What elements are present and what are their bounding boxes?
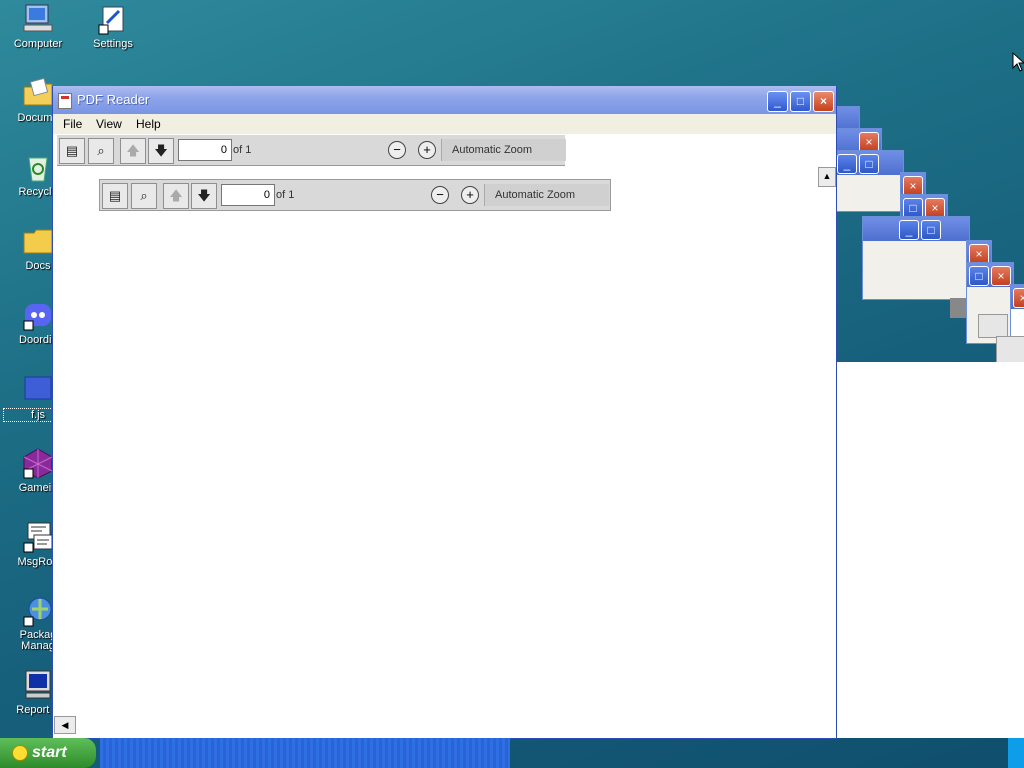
scroll-left-button[interactable]: ◀	[54, 716, 76, 734]
message-icon	[22, 521, 54, 553]
ghost-window-fragment: _ □	[862, 216, 970, 300]
zoom-out-button[interactable]: −	[388, 141, 406, 159]
menu-bar: File View Help	[53, 114, 836, 134]
taskbar-window-list[interactable]	[100, 738, 510, 768]
page-number-input[interactable]: 0	[221, 184, 275, 206]
minimize-button[interactable]: _	[767, 91, 788, 112]
toggle-sidebar-button[interactable]: ▤	[59, 138, 85, 164]
smiley-icon	[12, 745, 28, 761]
taskbar: start	[0, 738, 1024, 768]
zoom-select[interactable]: Automatic Zoom	[441, 139, 566, 161]
computer-icon	[22, 3, 54, 35]
discord-icon	[22, 299, 54, 331]
page-count-label: of 1	[276, 189, 295, 201]
toggle-sidebar-button[interactable]: ▤	[102, 183, 128, 209]
package-icon	[22, 595, 54, 627]
game-icon	[22, 447, 54, 479]
ghost-tool-icon	[978, 314, 1008, 338]
previous-page-button[interactable]: 🡅	[163, 183, 189, 209]
zoom-in-button[interactable]: +	[461, 186, 479, 204]
desktop-icon-label: Computer	[13, 38, 63, 50]
pdf-app-icon	[58, 93, 72, 109]
monitor-icon	[22, 669, 54, 701]
mouse-cursor-icon	[1012, 52, 1024, 72]
zoom-select[interactable]: Automatic Zoom	[484, 184, 609, 206]
system-tray[interactable]	[1008, 738, 1024, 768]
start-label: start	[32, 744, 67, 761]
desktop-icon-label: Settings	[93, 38, 133, 50]
page-number-input[interactable]: 0	[178, 139, 232, 161]
ghost-window-fragment: _ □	[836, 150, 904, 212]
window-title: PDF Reader	[77, 92, 150, 107]
ghost-scroll-thumb	[950, 298, 966, 318]
scroll-up-button[interactable]: ▲	[818, 167, 836, 187]
folder-icon	[22, 77, 54, 109]
pdf-toolbar: ▤ ⌕ 🡅 🡇 0 of 1 − + Automatic Zoom	[57, 135, 566, 166]
menu-file[interactable]: File	[63, 117, 82, 131]
previous-page-button[interactable]: 🡅	[120, 138, 146, 164]
close-button[interactable]: ×	[813, 91, 834, 112]
find-button[interactable]: ⌕	[131, 183, 157, 209]
zoom-out-button[interactable]: −	[431, 186, 449, 204]
desktop-icon-computer[interactable]: Computer	[3, 3, 73, 50]
maximize-button[interactable]: □	[790, 91, 811, 112]
find-button[interactable]: ⌕	[88, 138, 114, 164]
folder-icon	[22, 225, 54, 257]
settings-icon	[97, 3, 129, 35]
start-button[interactable]: start	[0, 738, 96, 768]
page-count-label: of 1	[233, 144, 252, 156]
file-icon	[22, 373, 54, 405]
window-titlebar[interactable]: PDF Reader _ □ ×	[53, 86, 836, 114]
desktop-icon-settings[interactable]: Settings	[78, 3, 148, 50]
next-page-button[interactable]: 🡇	[148, 138, 174, 164]
zoom-in-button[interactable]: +	[418, 141, 436, 159]
recycle-bin-icon	[22, 151, 54, 183]
pdf-toolbar-nested: ▤ ⌕ 🡅 🡇 0 of 1 − + Automatic Zoom	[99, 179, 611, 211]
next-page-button[interactable]: 🡇	[191, 183, 217, 209]
menu-help[interactable]: Help	[136, 117, 161, 131]
pdf-reader-window: PDF Reader _ □ × File View Help ▤ ⌕ 🡅 🡇 …	[52, 86, 837, 739]
ghost-tool-icon	[996, 336, 1024, 364]
menu-view[interactable]: View	[96, 117, 122, 131]
ghost-panel	[836, 362, 1024, 738]
